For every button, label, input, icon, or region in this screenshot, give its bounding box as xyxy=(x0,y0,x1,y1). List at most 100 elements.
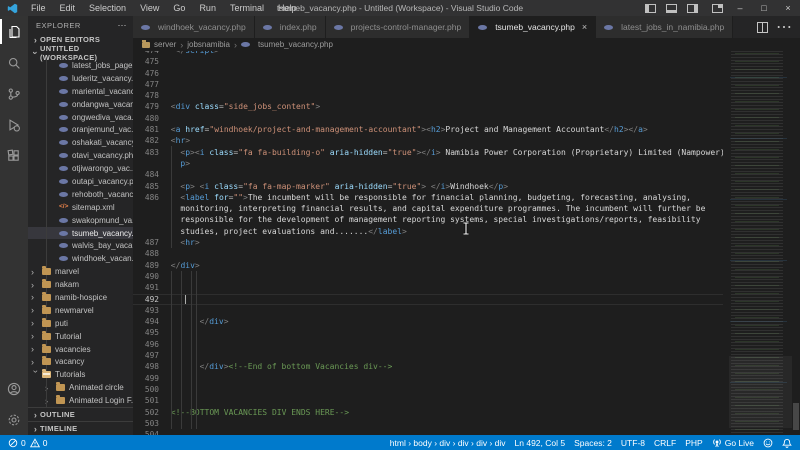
code-line-502[interactable]: 502<!--BOTTOM VACANCIES DIV ENDS HERE--> xyxy=(133,407,723,418)
tree-file-walvis-bay-vacan-[interactable]: walvis_bay_vacan... xyxy=(28,239,133,252)
tree-file-rehoboth-vacanc-[interactable]: rehoboth_vacanc... xyxy=(28,188,133,201)
code-line-479[interactable]: 479<div class="side_jobs_content"> xyxy=(133,101,723,112)
outline-section[interactable]: ›OUTLINE xyxy=(28,407,133,421)
errors-count[interactable]: 0 xyxy=(8,438,26,448)
menu-run[interactable]: Run xyxy=(192,0,223,16)
indentation[interactable]: Spaces: 2 xyxy=(574,438,612,448)
line-number[interactable]: 481 xyxy=(133,124,166,135)
breadcrumb-item-server[interactable]: server xyxy=(154,40,176,49)
tree-file-otjiwarongo-vac-[interactable]: otjiwarongo_vac... xyxy=(28,162,133,175)
code-line-489[interactable]: 489</div> xyxy=(133,260,723,271)
customize-layout-icon[interactable] xyxy=(712,4,723,13)
tree-folder-newmarvel[interactable]: ›newmarvel xyxy=(28,304,133,317)
cursor-position[interactable]: Ln 492, Col 5 xyxy=(515,438,566,448)
code-line-497[interactable]: 497 xyxy=(133,350,723,361)
run-and-debug-icon[interactable] xyxy=(0,109,28,140)
tree-folder-vacancy[interactable]: ›vacancy xyxy=(28,355,133,368)
tree-folder-marvel[interactable]: ›marvel xyxy=(28,265,133,278)
code-editor[interactable]: 474</script>475476477478479<div class="s… xyxy=(133,51,800,435)
code-line-477[interactable]: 477 xyxy=(133,79,723,90)
code-line-487[interactable]: 487<hr> xyxy=(133,237,723,248)
line-number[interactable]: 493 xyxy=(133,305,166,316)
tree-file-ongwediva-vaca-[interactable]: ongwediva_vaca... xyxy=(28,111,133,124)
code-line-482[interactable]: 482<hr> xyxy=(133,135,723,146)
code-line-494[interactable]: 494</div> xyxy=(133,316,723,327)
line-number[interactable]: 501 xyxy=(133,395,166,406)
maximize-button[interactable]: □ xyxy=(752,0,776,16)
code-line-485[interactable]: 485<p> <i class="fa fa-map-marker" aria-… xyxy=(133,181,723,192)
toggle-secondary-sidebar-icon[interactable] xyxy=(687,4,698,13)
tab-tsumeb-vacancy-php[interactable]: tsumeb_vacancy.php× xyxy=(470,16,596,38)
tree-file-ondangwa-vacan-[interactable]: ondangwa_vacan... xyxy=(28,98,133,111)
tree-file-windhoek-vacan-[interactable]: windhoek_vacan... xyxy=(28,252,133,265)
minimap-slider[interactable] xyxy=(729,356,792,428)
explorer-icon[interactable] xyxy=(0,16,28,47)
code-line-498[interactable]: 498</div><!--End of bottom Vacancies div… xyxy=(133,361,723,372)
tab-windhoek-vacancy-php[interactable]: windhoek_vacancy.php xyxy=(133,16,255,38)
line-number[interactable]: 490 xyxy=(133,271,166,282)
dom-path[interactable]: html › body › div › div › div › div xyxy=(390,438,506,448)
eol-sequence[interactable]: CRLF xyxy=(654,438,676,448)
minimize-button[interactable]: – xyxy=(728,0,752,16)
line-number[interactable]: 497 xyxy=(133,350,166,361)
menu-selection[interactable]: Selection xyxy=(82,0,133,16)
code-line-wrap[interactable]: responsible for the development of manag… xyxy=(133,214,723,225)
line-number[interactable]: 482 xyxy=(133,135,166,146)
code-line-484[interactable]: 484 xyxy=(133,169,723,180)
line-number[interactable]: 494 xyxy=(133,316,166,327)
timeline-section[interactable]: ›TIMELINE xyxy=(28,421,133,435)
tree-file-oranjemund-vac-[interactable]: oranjemund_vac... xyxy=(28,123,133,136)
line-number[interactable]: 486 xyxy=(133,192,166,203)
line-number[interactable]: 489 xyxy=(133,260,166,271)
toggle-sidebar-icon[interactable] xyxy=(645,4,656,13)
tree-folder-tutorials[interactable]: ›Tutorials xyxy=(28,368,133,381)
editor-more-actions-icon[interactable]: ⋯ xyxy=(776,17,792,37)
explorer-more-actions-icon[interactable]: ⋯ xyxy=(118,20,128,31)
tree-folder-animated-login-f-[interactable]: ›Animated Login F... xyxy=(28,394,133,407)
workspace-section[interactable]: ›UNTITLED (WORKSPACE) xyxy=(28,46,133,59)
menu-go[interactable]: Go xyxy=(166,0,192,16)
line-number[interactable]: 503 xyxy=(133,418,166,429)
minimap[interactable] xyxy=(729,51,792,435)
line-number[interactable]: 488 xyxy=(133,248,166,259)
code-line-475[interactable]: 475 xyxy=(133,56,723,67)
code-line-500[interactable]: 500 xyxy=(133,384,723,395)
code-line-wrap[interactable]: monitoring, interpreting financial resul… xyxy=(133,203,723,214)
line-number[interactable]: 483 xyxy=(133,147,166,158)
line-number[interactable]: 476 xyxy=(133,68,166,79)
line-number[interactable] xyxy=(133,226,166,237)
line-number[interactable]: 485 xyxy=(133,181,166,192)
close-button[interactable]: × xyxy=(776,0,800,16)
scrollbar-thumb[interactable] xyxy=(793,403,799,430)
tab-projects-control-manager-php[interactable]: projects-control-manager.php xyxy=(326,16,471,38)
vertical-scrollbar[interactable] xyxy=(792,51,800,435)
line-number[interactable] xyxy=(133,214,166,225)
code-line-483[interactable]: 483<p><i class="fa fa-building-o" aria-h… xyxy=(133,147,723,158)
code-line-493[interactable]: 493 xyxy=(133,305,723,316)
close-tab-icon[interactable]: × xyxy=(582,22,587,32)
menu-view[interactable]: View xyxy=(133,0,166,16)
code-line-499[interactable]: 499 xyxy=(133,373,723,384)
tree-folder-animated-circle[interactable]: ›Animated circle xyxy=(28,381,133,394)
feedback[interactable] xyxy=(763,438,773,448)
search-icon[interactable] xyxy=(0,47,28,78)
line-number[interactable]: 496 xyxy=(133,339,166,350)
code-line-486[interactable]: 486<label for="">The incumbent will be r… xyxy=(133,192,723,203)
code-line-490[interactable]: 490 xyxy=(133,271,723,282)
menu-terminal[interactable]: Terminal xyxy=(223,0,271,16)
menu-help[interactable]: Help xyxy=(271,0,304,16)
code-line-501[interactable]: 501 xyxy=(133,395,723,406)
tree-folder-namib-hospice[interactable]: ›namib-hospice xyxy=(28,291,133,304)
source-control-icon[interactable] xyxy=(0,78,28,109)
line-number[interactable]: 502 xyxy=(133,407,166,418)
tree-folder-tutorial[interactable]: ›Tutorial xyxy=(28,330,133,343)
tab-latest-jobs-in-namibia-php[interactable]: latest_jobs_in_namibia.php xyxy=(596,16,733,38)
settings-icon[interactable] xyxy=(0,404,28,435)
line-number[interactable]: 475 xyxy=(133,56,166,67)
tree-folder-nakam[interactable]: ›nakam xyxy=(28,278,133,291)
line-number[interactable]: 478 xyxy=(133,90,166,101)
tree-file-mariental-vacanc-[interactable]: mariental_vacanc... xyxy=(28,85,133,98)
code-line-503[interactable]: 503 xyxy=(133,418,723,429)
accounts-icon[interactable] xyxy=(0,373,28,404)
menu-edit[interactable]: Edit xyxy=(53,0,83,16)
